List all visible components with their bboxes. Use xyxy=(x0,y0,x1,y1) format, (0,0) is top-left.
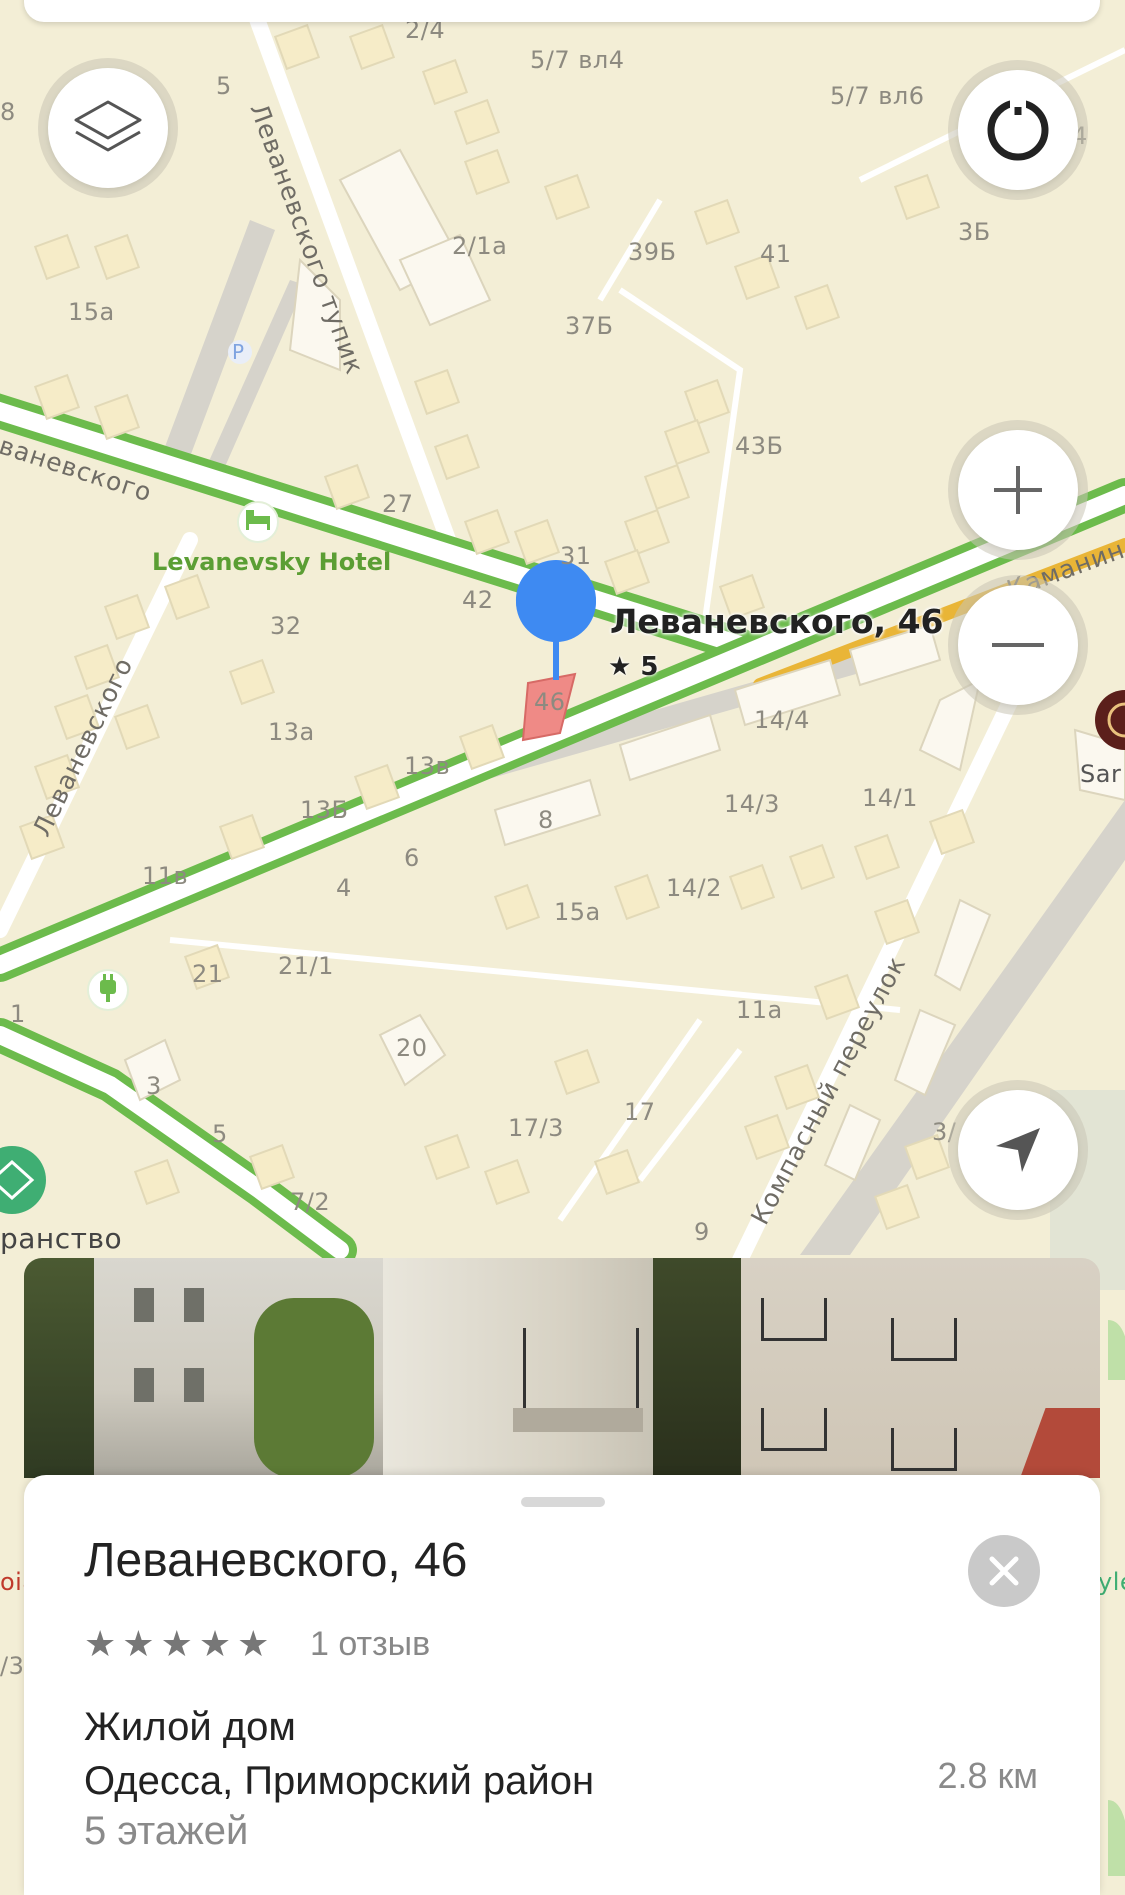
rating-stars: ★ ★ ★ ★ ★ xyxy=(84,1623,269,1665)
close-button[interactable] xyxy=(968,1535,1040,1607)
star-icon: ★ xyxy=(237,1623,270,1664)
poi-label: yle xyxy=(1098,1568,1125,1596)
map-address-label: 3/ xyxy=(932,1118,957,1146)
map-address-label: 13в xyxy=(404,752,451,780)
map-address-label: 13Б xyxy=(300,796,349,824)
map-address-label: 11а xyxy=(736,996,783,1024)
building-photo[interactable] xyxy=(382,1258,742,1478)
poi-label: ранство xyxy=(0,1222,123,1255)
ev-charger-icon[interactable] xyxy=(87,969,129,1011)
map-address-label: 8 xyxy=(0,98,16,126)
map-address-label: /3 xyxy=(0,1652,25,1680)
map-address-label: 39Б xyxy=(628,238,677,266)
place-card[interactable]: Леваневского, 46 ★ ★ ★ ★ ★ 1 отзыв Жилой… xyxy=(24,1475,1100,1895)
floors-count: 5 этажей xyxy=(84,1809,249,1853)
hotel-icon[interactable] xyxy=(237,501,279,543)
place-title: Леваневского, 46 xyxy=(84,1534,468,1587)
map-address-label: 14/4 xyxy=(754,706,810,734)
star-icon: ★ xyxy=(84,1623,117,1664)
map-address-label: 21 xyxy=(192,960,224,988)
map-address-label: 17 xyxy=(624,1098,656,1126)
map-address-label: 21/1 xyxy=(278,952,334,980)
place-location: Одесса, Приморский район xyxy=(84,1759,595,1803)
zoom-out-button[interactable] xyxy=(958,585,1078,705)
hotel-label[interactable]: Levanevsky Hotel xyxy=(152,548,391,576)
plus-icon xyxy=(994,466,1042,514)
photo-gallery[interactable] xyxy=(24,1258,1100,1478)
map-address-label: 2/1а xyxy=(452,232,508,260)
distance: 2.8 км xyxy=(937,1755,1038,1796)
map-address-label: 17/3 xyxy=(508,1114,564,1142)
map-address-label: 15а xyxy=(68,298,115,326)
map-address-label: 1 xyxy=(10,1000,26,1028)
map-address-label: 43Б xyxy=(735,432,784,460)
map-address-label: 5 xyxy=(212,1120,228,1148)
star-icon: ★ xyxy=(160,1623,193,1664)
pin-title: Леваневского, 46 xyxy=(610,602,944,641)
map-address-label: 9 xyxy=(694,1218,710,1246)
poi-label: Sar xyxy=(1080,760,1122,788)
close-icon xyxy=(989,1556,1019,1586)
layers-icon xyxy=(74,100,142,152)
map-address-label: 46 xyxy=(534,688,566,716)
map-address-label: 8 xyxy=(538,806,554,834)
compass-icon xyxy=(987,97,1049,161)
map-address-label: 42 xyxy=(462,586,494,614)
drag-handle[interactable] xyxy=(521,1497,605,1507)
map-address-label: 41 xyxy=(760,240,792,268)
layers-button[interactable] xyxy=(48,68,168,188)
map-address-label: 13а xyxy=(268,718,315,746)
minus-icon xyxy=(992,643,1044,647)
map-address-label: 15а xyxy=(554,898,601,926)
map-address-label: 20 xyxy=(396,1034,428,1062)
zoom-in-button[interactable] xyxy=(958,430,1078,550)
my-location-button[interactable] xyxy=(958,1090,1078,1210)
map-address-label: 14/2 xyxy=(666,874,722,902)
map-address-label: 5/7 вл4 xyxy=(530,46,625,74)
pin-rating: ★ 5 xyxy=(608,652,659,682)
map-address-label: 4 xyxy=(336,874,352,902)
map-address-label: 3 xyxy=(146,1072,162,1100)
map-address-label: 32 xyxy=(270,612,302,640)
map-address-label: 5 xyxy=(216,72,232,100)
reviews-link[interactable]: 1 отзыв xyxy=(310,1625,430,1664)
search-bar[interactable] xyxy=(24,0,1100,22)
map-address-label: 7/2 xyxy=(290,1188,331,1216)
map-address-label: 37Б xyxy=(565,312,614,340)
map-address-label: 3Б xyxy=(958,218,991,246)
parking-label: P xyxy=(232,340,245,364)
map-address-label: 27 xyxy=(382,490,414,518)
compass-button[interactable] xyxy=(958,70,1078,190)
navigation-arrow-icon xyxy=(996,1128,1040,1172)
star-icon: ★ xyxy=(198,1623,232,1664)
map-address-label: 31 xyxy=(560,542,592,570)
place-type: Жилой дом xyxy=(84,1705,296,1749)
building-photo[interactable] xyxy=(741,1258,1100,1478)
building-photo[interactable] xyxy=(24,1258,383,1478)
map-address-label: 5/7 вл6 xyxy=(830,82,925,110)
map-address-label: 14/1 xyxy=(862,784,918,812)
map-address-label: 6 xyxy=(404,844,420,872)
map-address-label: 14/3 xyxy=(724,790,780,818)
star-icon: ★ xyxy=(122,1623,155,1664)
map-address-label: 11в xyxy=(142,862,189,890)
